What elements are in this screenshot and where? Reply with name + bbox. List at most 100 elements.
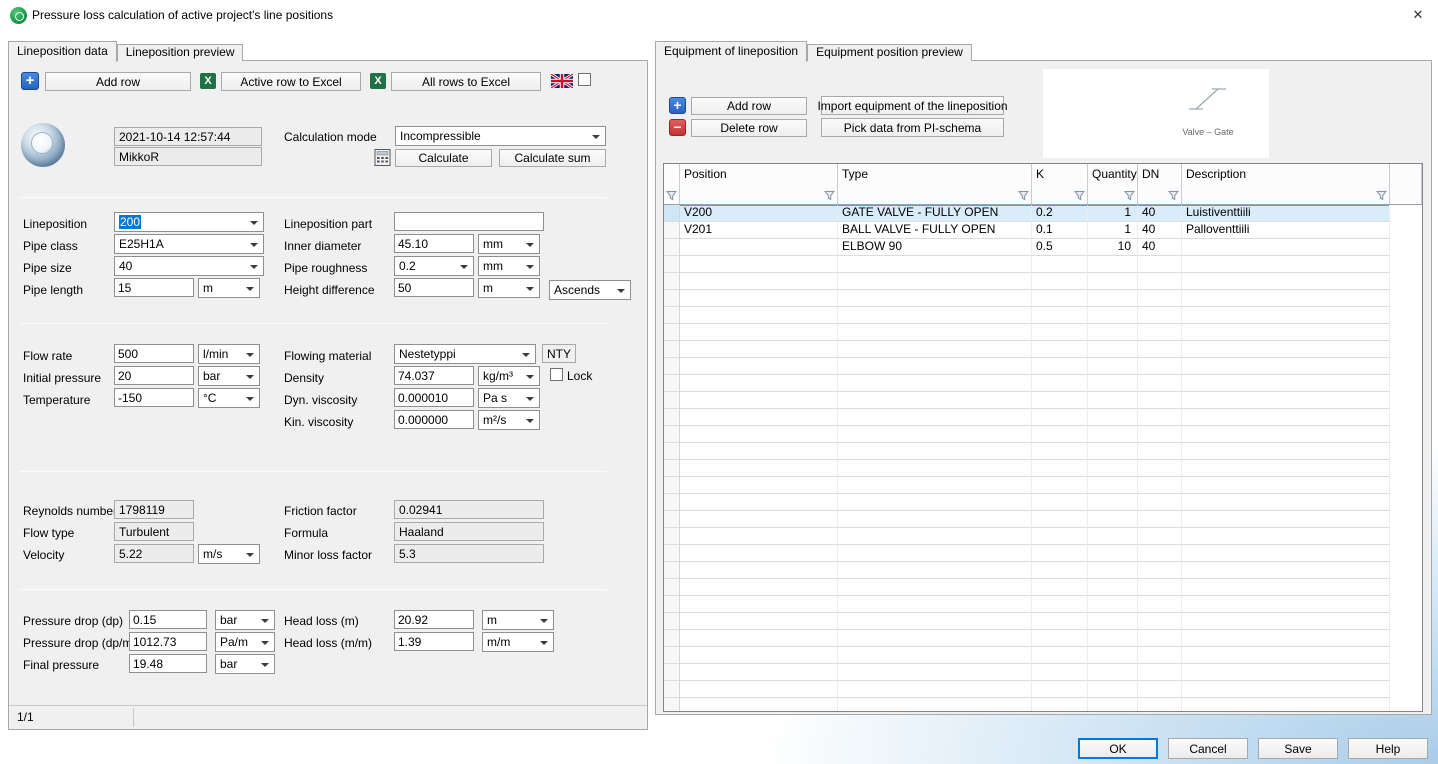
flow-rate-unit-combo[interactable]: l/min — [198, 344, 260, 364]
equipment-row[interactable]: V201BALL VALVE - FULLY OPEN0.1140Pallove… — [664, 222, 1390, 239]
equipment-row[interactable] — [664, 698, 1390, 712]
final-pressure-input[interactable] — [129, 654, 207, 673]
tab-lineposition-preview[interactable]: Lineposition preview — [117, 44, 244, 61]
pipe-roughness-unit-combo[interactable]: mm — [478, 256, 540, 276]
equipment-row[interactable] — [664, 324, 1390, 341]
pick-data-button[interactable]: Pick data from PI-schema — [821, 118, 1004, 137]
calculate-button[interactable]: Calculate — [395, 149, 492, 167]
final-pressure-unit-combo[interactable]: bar — [215, 654, 275, 674]
temperature-input[interactable] — [114, 388, 194, 407]
col-k[interactable]: K — [1032, 164, 1088, 185]
calculator-icon[interactable] — [374, 149, 391, 169]
add-row-button[interactable]: Add row — [45, 72, 191, 91]
equipment-row[interactable] — [664, 443, 1390, 460]
head-loss-m-unit-combo[interactable]: m — [482, 610, 554, 630]
velocity-unit-combo[interactable]: m/s — [198, 544, 260, 564]
filter-icon[interactable] — [1376, 190, 1387, 201]
filter-icon[interactable] — [1168, 190, 1179, 201]
pipe-size-combo[interactable]: 40 — [114, 256, 264, 276]
excel-icon[interactable]: X — [370, 73, 386, 89]
equipment-row[interactable] — [664, 647, 1390, 664]
height-difference-input[interactable] — [394, 278, 474, 297]
tab-equipment-position-preview[interactable]: Equipment position preview — [807, 44, 972, 61]
inner-diameter-input[interactable] — [394, 234, 474, 253]
language-checkbox[interactable] — [578, 73, 591, 86]
equipment-row[interactable] — [664, 596, 1390, 613]
filter-icon[interactable] — [1124, 190, 1135, 201]
help-button[interactable]: Help — [1348, 738, 1428, 759]
equipment-row[interactable] — [664, 528, 1390, 545]
col-type[interactable]: Type — [838, 164, 1032, 185]
pipe-length-unit-combo[interactable]: m — [198, 278, 260, 298]
pipe-length-input[interactable] — [114, 278, 194, 297]
pressure-drop-per-m-unit-combo[interactable]: Pa/m — [215, 632, 275, 652]
pipe-class-combo[interactable]: E25H1A — [114, 234, 264, 254]
equipment-row[interactable] — [664, 681, 1390, 698]
height-difference-unit-combo[interactable]: m — [478, 278, 540, 298]
density-input[interactable] — [394, 366, 474, 385]
col-dn[interactable]: DN — [1138, 164, 1182, 185]
filter-icon[interactable] — [1074, 190, 1085, 201]
equipment-row[interactable] — [664, 494, 1390, 511]
all-rows-to-excel-button[interactable]: All rows to Excel — [391, 72, 541, 91]
flow-rate-input[interactable] — [114, 344, 194, 363]
initial-pressure-input[interactable] — [114, 366, 194, 385]
cancel-button[interactable]: Cancel — [1168, 738, 1248, 759]
add-row-button[interactable]: Add row — [691, 97, 807, 115]
inner-diameter-unit-combo[interactable]: mm — [478, 234, 540, 254]
save-button[interactable]: Save — [1258, 738, 1338, 759]
filter-icon[interactable] — [824, 190, 835, 201]
equipment-row[interactable] — [664, 460, 1390, 477]
col-position[interactable]: Position — [680, 164, 838, 185]
dyn-viscosity-unit-combo[interactable]: Pa s — [478, 388, 540, 408]
equipment-row[interactable] — [664, 545, 1390, 562]
density-unit-combo[interactable]: kg/m³ — [478, 366, 540, 386]
equipment-row[interactable] — [664, 579, 1390, 596]
equipment-row[interactable] — [664, 409, 1390, 426]
equipment-row[interactable] — [664, 375, 1390, 392]
equipment-row[interactable] — [664, 256, 1390, 273]
close-button[interactable]: ✕ — [1406, 4, 1430, 26]
head-loss-m-per-m-unit-combo[interactable]: m/m — [482, 632, 554, 652]
equipment-row[interactable] — [664, 392, 1390, 409]
lock-checkbox[interactable] — [550, 368, 563, 381]
filter-icon[interactable] — [1018, 190, 1029, 201]
filter-icon[interactable] — [666, 190, 677, 201]
temperature-unit-combo[interactable]: °C — [198, 388, 260, 408]
add-row-icon[interactable]: + — [669, 97, 686, 114]
equipment-row[interactable] — [664, 341, 1390, 358]
excel-icon[interactable]: X — [200, 73, 216, 89]
initial-pressure-unit-combo[interactable]: bar — [198, 366, 260, 386]
equipment-row[interactable] — [664, 273, 1390, 290]
dyn-viscosity-input[interactable] — [394, 388, 474, 407]
col-quantity[interactable]: Quantity — [1088, 164, 1138, 185]
flowing-material-combo[interactable]: Nestetyppi — [394, 344, 536, 364]
add-row-icon[interactable]: + — [21, 72, 39, 90]
equipment-row[interactable]: ELBOW 900.51040 — [664, 239, 1390, 256]
delete-row-button[interactable]: Delete row — [691, 119, 807, 137]
height-direction-combo[interactable]: Ascends — [549, 280, 631, 300]
equipment-row[interactable] — [664, 613, 1390, 630]
tab-equipment-of-lineposition[interactable]: Equipment of lineposition — [655, 41, 807, 62]
equipment-row[interactable] — [664, 511, 1390, 528]
equipment-row[interactable] — [664, 358, 1390, 375]
pressure-drop-per-m-input[interactable] — [129, 632, 207, 651]
head-loss-m-per-m-input[interactable] — [394, 632, 474, 651]
head-loss-m-input[interactable] — [394, 610, 474, 629]
equipment-row[interactable] — [664, 307, 1390, 324]
equipment-row[interactable] — [664, 664, 1390, 681]
import-equipment-button[interactable]: Import equipment of the lineposition — [821, 96, 1004, 115]
delete-row-icon[interactable]: − — [669, 119, 686, 136]
tab-lineposition-data[interactable]: Lineposition data — [8, 41, 117, 62]
lineposition-combo[interactable]: 200 — [114, 212, 264, 232]
pressure-drop-input[interactable] — [129, 610, 207, 629]
equipment-row[interactable] — [664, 290, 1390, 307]
equipment-row[interactable]: V200GATE VALVE - FULLY OPEN0.2140Luistiv… — [664, 205, 1390, 222]
ok-button[interactable]: OK — [1078, 738, 1158, 759]
calculate-sum-button[interactable]: Calculate sum — [499, 149, 606, 167]
equipment-row[interactable] — [664, 630, 1390, 647]
kin-viscosity-unit-combo[interactable]: m²/s — [478, 410, 540, 430]
equipment-row[interactable] — [664, 477, 1390, 494]
lineposition-part-input[interactable] — [394, 212, 544, 231]
active-row-to-excel-button[interactable]: Active row to Excel — [221, 72, 361, 91]
